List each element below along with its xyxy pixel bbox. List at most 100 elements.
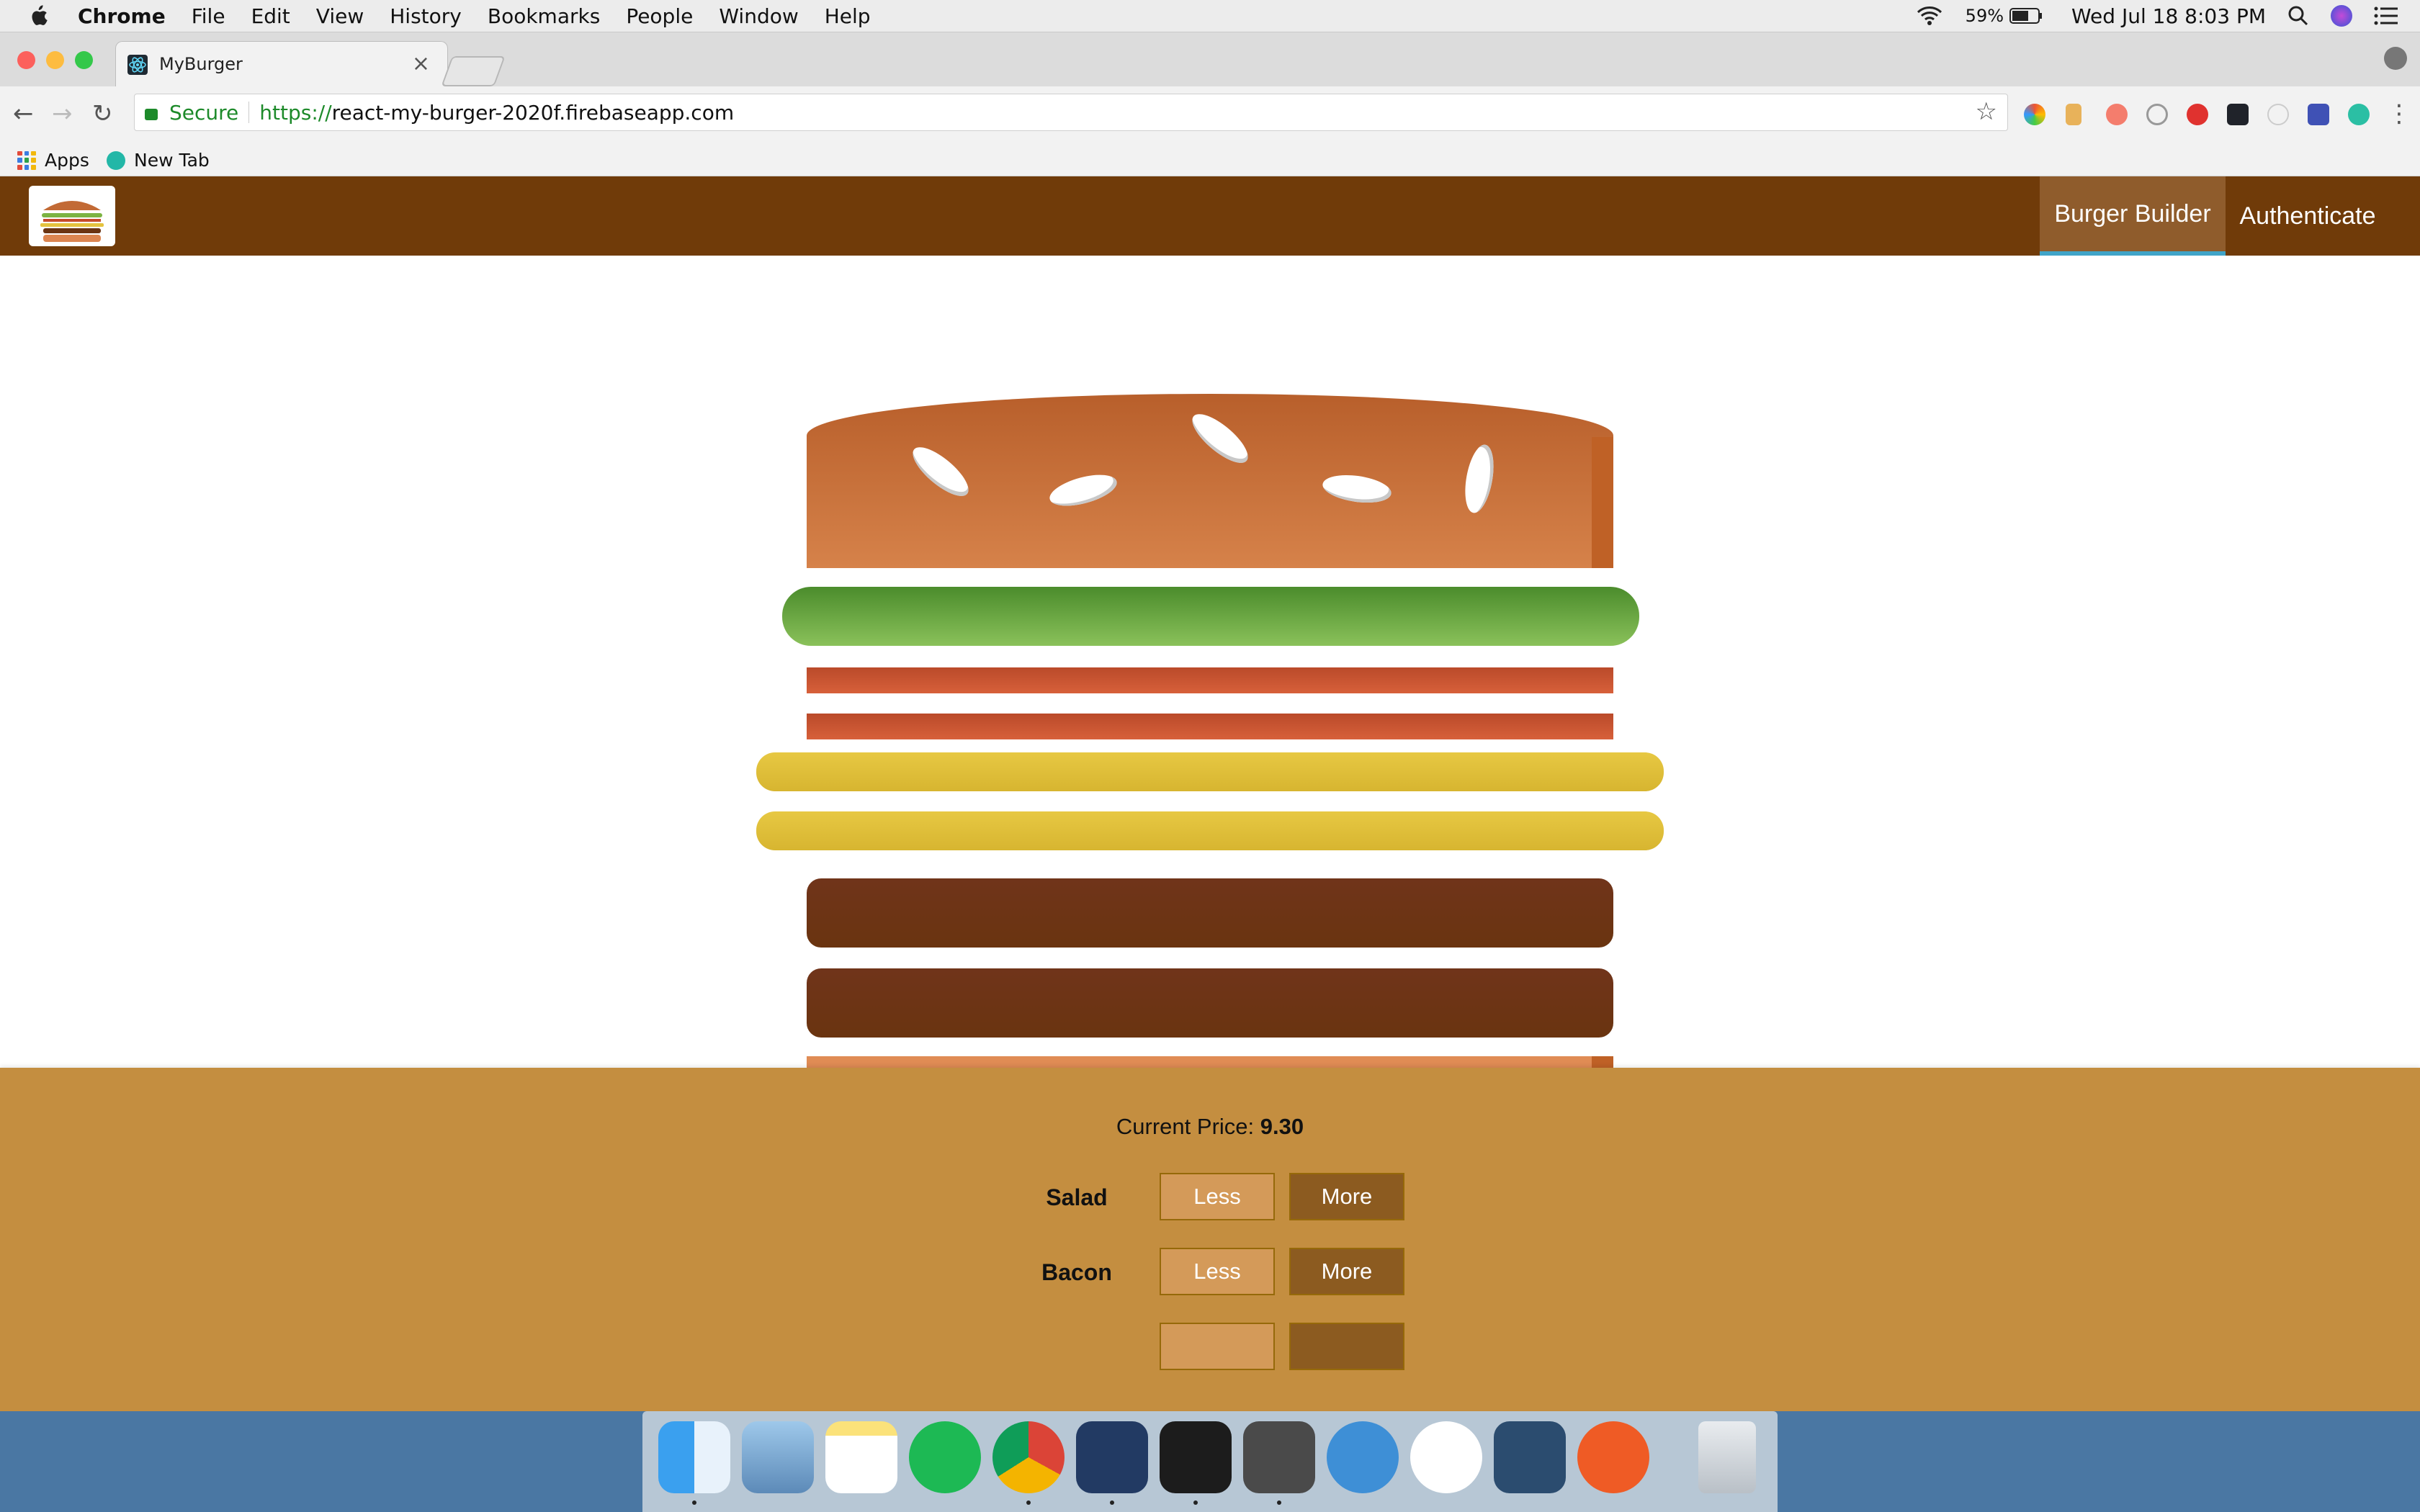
app-toolbar: Burger Builder Authenticate <box>0 176 2420 256</box>
apps-grid-icon <box>17 150 36 170</box>
zoom-window-button[interactable] <box>75 51 93 69</box>
running-indicator <box>1193 1500 1198 1505</box>
menu-bookmarks[interactable]: Bookmarks <box>488 4 600 28</box>
price-label: Current Price: <box>1116 1114 1260 1139</box>
back-arrow-icon[interactable]: ← <box>13 99 34 128</box>
bookmark-new-tab-label: New Tab <box>134 150 210 171</box>
opera-extension-icon[interactable] <box>2187 104 2208 125</box>
cheese-layer <box>756 811 1664 850</box>
menubar-status-area: 59% Wed Jul 18 8:03 PM <box>1915 0 2420 32</box>
salad-less-button[interactable]: Less <box>1160 1173 1275 1220</box>
browser-tab-myburger[interactable]: MyBurger × <box>115 41 448 88</box>
address-divider <box>248 102 250 123</box>
bacon-layer <box>807 667 1613 693</box>
bookmark-new-tab[interactable]: New Tab <box>107 150 210 171</box>
running-indicator <box>1026 1500 1031 1505</box>
sublime-icon[interactable] <box>1243 1421 1315 1493</box>
minimize-window-button[interactable] <box>46 51 64 69</box>
bacon-less-button[interactable]: Less <box>1160 1248 1275 1295</box>
new-tab-bookmark-icon <box>107 150 125 170</box>
menu-people[interactable]: People <box>626 4 693 28</box>
meat-layer <box>807 968 1613 1038</box>
current-price: Current Price: 9.30 <box>0 1114 2420 1140</box>
menu-file[interactable]: File <box>192 4 225 28</box>
close-window-button[interactable] <box>17 51 35 69</box>
vscode-icon[interactable] <box>1076 1421 1148 1493</box>
tab-strip: MyBurger × <box>0 32 2420 88</box>
sesame-seed <box>905 439 976 504</box>
chrome-menu-icon[interactable]: ⋮ <box>2387 99 2411 128</box>
trash-icon[interactable] <box>1698 1421 1756 1493</box>
notification-center-icon[interactable] <box>2374 6 2398 26</box>
browser-window: MyBurger × ← → ↻ Secure https:// react-m… <box>0 32 2420 1411</box>
nav-authenticate[interactable]: Authenticate <box>2226 176 2390 256</box>
bookmark-apps-label: Apps <box>45 150 89 171</box>
battery-icon[interactable] <box>2009 7 2043 24</box>
mongodb-icon[interactable] <box>1410 1421 1482 1493</box>
sesame-seed <box>1460 442 1499 516</box>
nav-burger-builder[interactable]: Burger Builder <box>2040 176 2226 256</box>
wifi-icon[interactable] <box>1915 5 1944 27</box>
secure-label: Secure <box>169 100 239 125</box>
cheese-more-button[interactable] <box>1289 1323 1404 1370</box>
menu-app-name[interactable]: Chrome <box>78 4 166 28</box>
salad-layer <box>782 587 1639 646</box>
bacon-layer <box>807 714 1613 739</box>
flag-extension-icon[interactable] <box>2066 104 2081 125</box>
teal-extension-icon[interactable] <box>2348 104 2370 125</box>
finder-icon[interactable] <box>658 1421 730 1493</box>
mysql-workbench-icon[interactable] <box>1494 1421 1566 1493</box>
zotero-extension-icon[interactable] <box>2308 104 2329 125</box>
address-bar[interactable]: Secure https:// react-my-burger-2020f.fi… <box>134 94 2008 131</box>
browser-toolbar: ← → ↻ Secure https:// react-my-burger-20… <box>0 86 2420 145</box>
postman-icon[interactable] <box>1577 1421 1649 1493</box>
new-tab-button[interactable] <box>441 56 506 86</box>
bacon-more-button[interactable]: More <box>1289 1248 1404 1295</box>
burger-logo[interactable] <box>29 186 115 246</box>
menubar-clock[interactable]: Wed Jul 18 8:03 PM <box>2071 4 2266 28</box>
bookmark-star-icon[interactable]: ☆ <box>1976 97 1997 126</box>
menu-view[interactable]: View <box>316 4 364 28</box>
build-controls: Current Price: 9.30 Salad Less More Baco… <box>0 1068 2420 1411</box>
build-control-cheese <box>1023 1323 1412 1373</box>
salad-more-button[interactable]: More <box>1289 1173 1404 1220</box>
react-favicon-icon <box>127 55 148 75</box>
tab-title: MyBurger <box>159 54 243 74</box>
stream-extension-icon[interactable] <box>2106 104 2128 125</box>
apple-icon[interactable] <box>27 4 49 27</box>
tab-close-icon[interactable]: × <box>412 51 430 76</box>
running-indicator <box>692 1500 696 1505</box>
grey-extension-icon[interactable] <box>2267 104 2289 125</box>
json-extension-icon[interactable] <box>2146 104 2168 125</box>
battery-percent: 59% <box>1965 6 2004 26</box>
color-picker-extension-icon[interactable] <box>2024 104 2045 125</box>
forward-arrow-icon[interactable]: → <box>52 99 73 128</box>
menu-help[interactable]: Help <box>825 4 871 28</box>
bread-top-side <box>1592 437 1613 568</box>
build-control-bacon: Bacon Less More <box>1023 1248 1412 1298</box>
cheese-less-button[interactable] <box>1160 1323 1275 1370</box>
siri-icon[interactable] <box>2331 5 2352 27</box>
reload-icon[interactable]: ↻ <box>92 99 113 128</box>
sesame-seed <box>1320 471 1394 507</box>
control-label-salad: Salad <box>1046 1184 1108 1210</box>
spotlight-search-icon[interactable] <box>2287 5 2309 27</box>
preview-icon[interactable] <box>742 1421 814 1493</box>
sesame-seed <box>1046 469 1121 512</box>
spotify-icon[interactable] <box>909 1421 981 1493</box>
menu-window[interactable]: Window <box>719 4 798 28</box>
react-devtools-icon[interactable] <box>2227 104 2249 125</box>
macos-dock <box>642 1411 1778 1512</box>
bookmark-apps[interactable]: Apps <box>17 150 89 171</box>
menu-edit[interactable]: Edit <box>251 4 290 28</box>
burger-logo-icon <box>40 201 104 242</box>
profile-icon[interactable] <box>2384 47 2407 70</box>
menu-history[interactable]: History <box>390 4 462 28</box>
bookmarks-bar: Apps New Tab <box>0 144 2420 176</box>
notes-icon[interactable] <box>825 1421 897 1493</box>
chrome-icon[interactable] <box>992 1421 1065 1493</box>
running-indicator <box>1110 1500 1114 1505</box>
markdown-icon[interactable] <box>1327 1421 1399 1493</box>
terminal-icon[interactable] <box>1160 1421 1232 1493</box>
running-indicator <box>1277 1500 1281 1505</box>
